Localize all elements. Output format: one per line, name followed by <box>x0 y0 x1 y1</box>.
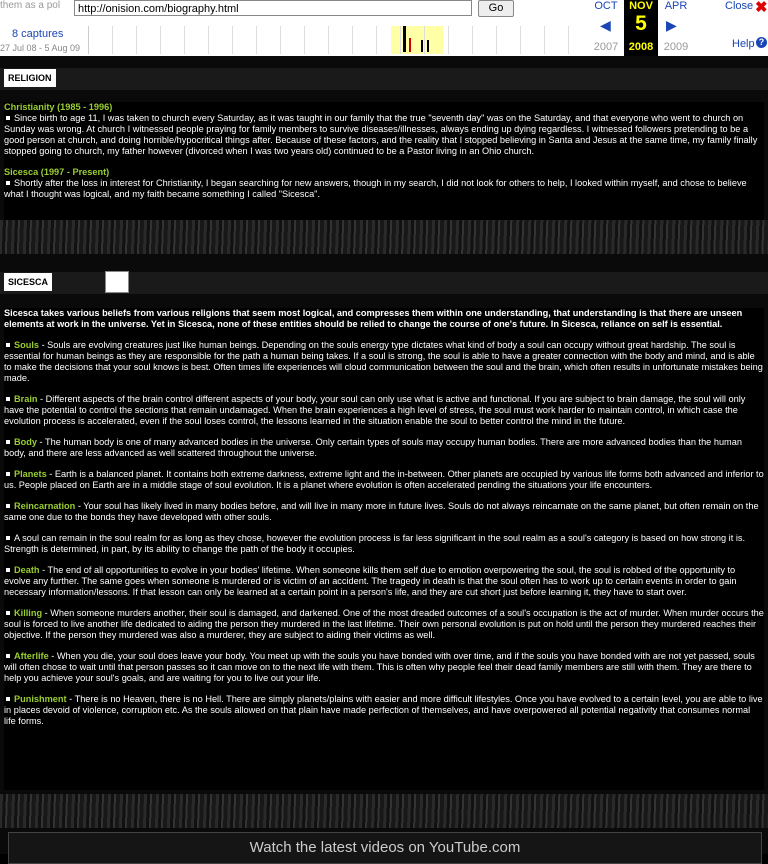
religion-section: Christianity (1985 - 1996) Since birth t… <box>4 102 764 224</box>
biography-page: RELIGION Christianity (1985 - 1996) Sinc… <box>0 56 768 864</box>
bullet-icon <box>6 536 10 541</box>
close-icon[interactable]: ✖ <box>755 0 768 16</box>
next-year: 2009 <box>663 41 689 53</box>
grunge-divider <box>0 794 768 828</box>
bullet-icon <box>6 611 10 616</box>
broken-image-icon <box>105 271 129 293</box>
religion-header: RELIGION <box>4 69 56 87</box>
capture-range: 27 Jul 08 - 5 Aug 09 <box>0 43 81 53</box>
term-text: - When someone murders another, their so… <box>4 608 764 640</box>
term-text: - Different aspects of the brain control… <box>4 394 746 426</box>
term-text: - The human body is one of many advanced… <box>4 437 742 458</box>
christianity-heading: Christianity (1985 - 1996) <box>4 102 113 112</box>
close-link[interactable]: Close <box>725 0 753 12</box>
term-label: Reincarnation <box>14 501 76 511</box>
term-label: Death <box>14 565 40 575</box>
bullet-icon <box>6 440 10 445</box>
bullet-icon <box>6 116 10 121</box>
term-label: Body <box>14 437 37 447</box>
term-text: - Your soul has likely lived in many bod… <box>4 501 759 522</box>
wayback-toolbar: them as a pol http://onision.com/biograp… <box>0 0 768 56</box>
capture-bar <box>421 40 423 52</box>
term-label: Souls <box>14 340 40 350</box>
term-text: - The end of all opportunities to evolve… <box>4 565 737 597</box>
capture-sparkline[interactable] <box>88 26 589 54</box>
current-day: 5 <box>635 12 647 35</box>
christianity-text: Since birth to age 11, I was taken to ch… <box>4 113 758 156</box>
bullet-icon <box>6 697 10 702</box>
sicesca-section: Sicesca takes various beliefs from vario… <box>4 308 764 790</box>
sicesca-header: SICESCA <box>4 273 53 291</box>
term-text: - Earth is a balanced planet. It contain… <box>4 469 764 490</box>
help-link[interactable]: Help <box>732 38 755 50</box>
term-label: Killing <box>14 608 43 618</box>
truncated-text: them as a pol <box>0 0 61 11</box>
next-arrow-icon[interactable]: ▶ <box>666 17 677 34</box>
sicesca-heading: Sicesca (1997 - Present) <box>4 167 110 177</box>
current-year: 2008 <box>628 41 654 53</box>
term-text: - When you die, your soul does leave you… <box>4 651 755 683</box>
next-month-link[interactable]: APR <box>658 0 694 12</box>
term-text: - There is no Heaven, there is no Hell. … <box>4 694 763 726</box>
prev-year: 2007 <box>593 41 619 53</box>
bullet-icon <box>6 654 10 659</box>
term-label: Planets <box>14 469 47 479</box>
youtube-banner[interactable]: Watch the latest videos on YouTube.com <box>8 832 762 864</box>
prev-arrow-icon[interactable]: ◀ <box>600 17 611 34</box>
bullet-icon <box>6 397 10 402</box>
section-bar <box>0 68 768 90</box>
bullet-icon <box>6 343 10 348</box>
term-label: Brain <box>14 394 38 404</box>
help-icon[interactable]: ? <box>756 37 767 48</box>
capture-bar <box>409 38 411 52</box>
bullet-icon <box>6 504 10 509</box>
capture-bar <box>403 26 406 52</box>
grunge-divider <box>0 220 768 254</box>
sicesca-history-text: Shortly after the loss in interest for C… <box>4 178 747 199</box>
capture-bar <box>427 40 429 52</box>
bullet-icon <box>6 568 10 573</box>
bullet-icon <box>6 472 10 477</box>
term-text: A soul can remain in the soul realm for … <box>4 533 746 554</box>
url-input[interactable]: http://onision.com/biography.html <box>74 0 472 16</box>
term-label: Afterlife <box>14 651 49 661</box>
term-label: Punishment <box>14 694 67 704</box>
current-capture-date: NOV 5 2008 <box>624 0 658 56</box>
prev-month-link[interactable]: OCT <box>588 0 624 12</box>
sicesca-intro: Sicesca takes various beliefs from vario… <box>4 308 743 329</box>
bullet-icon <box>6 181 10 186</box>
go-button[interactable]: Go <box>478 0 514 17</box>
term-text: - Souls are evolving creatures just like… <box>4 340 763 383</box>
captures-link[interactable]: 8 captures <box>12 28 63 40</box>
current-month: NOV <box>629 0 653 12</box>
